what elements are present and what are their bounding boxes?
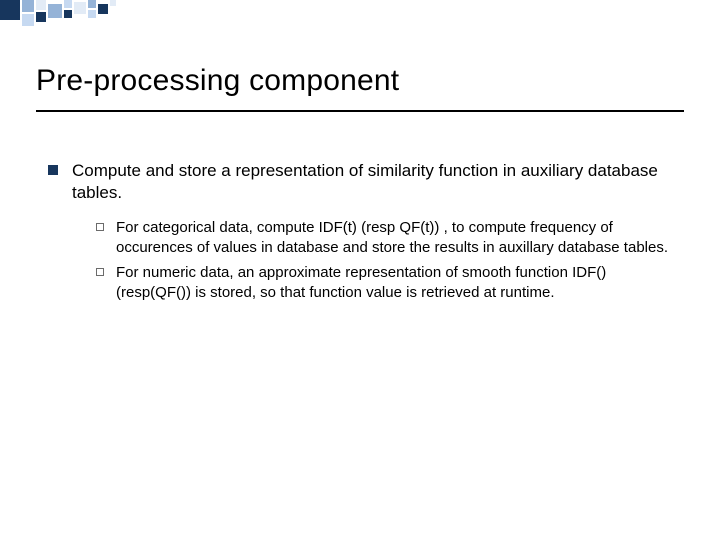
square-bullet-icon bbox=[48, 165, 58, 175]
deco-square bbox=[64, 10, 72, 18]
title-rule bbox=[36, 110, 684, 112]
deco-square bbox=[22, 0, 34, 12]
deco-square bbox=[0, 0, 20, 20]
bullet-text: Compute and store a representation of si… bbox=[72, 160, 684, 204]
deco-square bbox=[88, 0, 96, 8]
deco-square bbox=[74, 2, 86, 14]
decorative-header bbox=[0, 0, 720, 40]
sub-bullet-text: For numeric data, an approximate represe… bbox=[116, 263, 684, 302]
deco-square bbox=[22, 14, 34, 26]
sub-bullet-text: For categorical data, compute IDF(t) (re… bbox=[116, 218, 684, 257]
hollow-square-bullet-icon bbox=[96, 223, 104, 231]
slide: Pre-processing component Compute and sto… bbox=[0, 0, 720, 540]
deco-square bbox=[64, 0, 72, 8]
slide-title: Pre-processing component bbox=[36, 64, 399, 98]
hollow-square-bullet-icon bbox=[96, 268, 104, 276]
body-content: Compute and store a representation of si… bbox=[48, 160, 684, 308]
sub-bullet-list: For categorical data, compute IDF(t) (re… bbox=[96, 218, 684, 302]
deco-square bbox=[88, 10, 96, 18]
deco-square bbox=[36, 12, 46, 22]
deco-square bbox=[98, 4, 108, 14]
bullet-level1: Compute and store a representation of si… bbox=[48, 160, 684, 204]
deco-square bbox=[110, 0, 116, 6]
deco-square bbox=[36, 0, 46, 10]
bullet-level2: For numeric data, an approximate represe… bbox=[96, 263, 684, 302]
deco-square bbox=[48, 4, 62, 18]
bullet-level2: For categorical data, compute IDF(t) (re… bbox=[96, 218, 684, 257]
